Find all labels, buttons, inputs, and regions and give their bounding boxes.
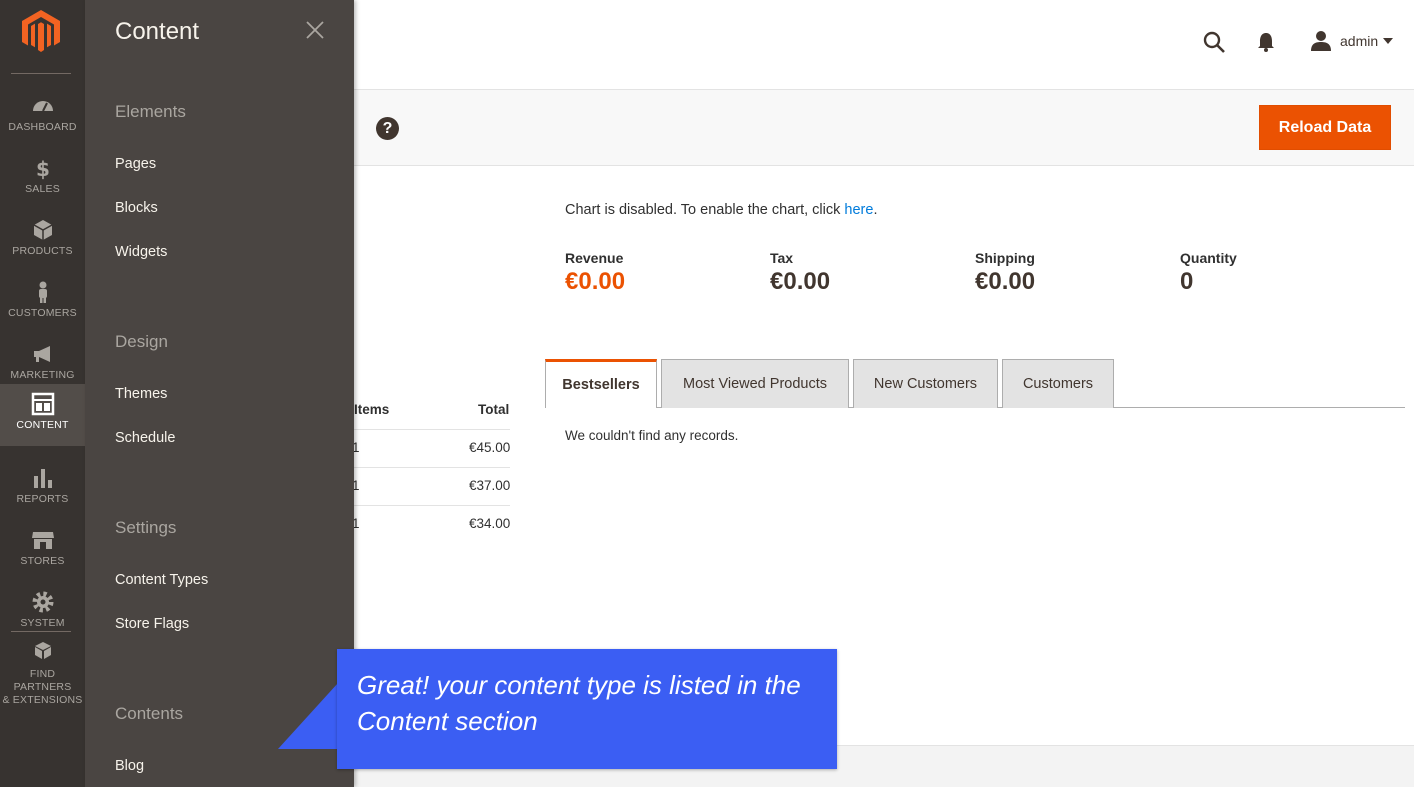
search-icon[interactable]	[1202, 30, 1226, 54]
stat-label: Shipping	[975, 250, 1035, 266]
nav-label: REPORTS	[16, 493, 69, 505]
nav-label: & EXTENSIONS	[2, 694, 83, 706]
menu-link-blog[interactable]: Blog	[115, 758, 144, 774]
menu-link-widgets[interactable]: Widgets	[115, 244, 167, 260]
nav-divider	[11, 73, 71, 74]
tab-customers[interactable]: Customers	[1002, 359, 1114, 408]
svg-text:$: $	[35, 157, 49, 180]
tab-most-viewed-products[interactable]: Most Viewed Products	[661, 359, 849, 408]
table-cell-total: €37.00	[469, 478, 511, 493]
megaphone-icon	[33, 346, 50, 362]
bar-chart-icon	[33, 469, 52, 488]
column-header-total[interactable]: Total	[478, 402, 509, 417]
content-submenu-panel: Content Elements Pages Blocks Widgets De…	[85, 0, 354, 787]
boxes-icon	[34, 642, 51, 659]
close-icon[interactable]	[305, 20, 325, 40]
stat-value: 0	[1180, 268, 1194, 295]
menu-link-themes[interactable]: Themes	[115, 386, 167, 402]
nav-label: DASHBOARD	[8, 121, 77, 133]
stat-value: €0.00	[770, 268, 831, 295]
nav-divider	[11, 631, 71, 632]
layout-icon	[31, 392, 54, 416]
reload-data-button[interactable]: Reload Data	[1259, 105, 1391, 150]
stat-shipping: Shipping €0.00	[975, 250, 1035, 296]
stat-label: Tax	[770, 250, 794, 266]
nav-item-dashboard[interactable]: DASHBOARD	[0, 86, 85, 148]
panel-title: Content	[115, 18, 200, 45]
menu-link-store-flags[interactable]: Store Flags	[115, 616, 189, 632]
callout-text: Great! your content type is listed in th…	[357, 670, 801, 736]
user-icon[interactable]	[1309, 29, 1333, 53]
table-cell-total: €45.00	[469, 440, 511, 455]
nav-item-stores[interactable]: STORES	[0, 520, 85, 582]
stat-tax: Tax €0.00	[770, 250, 830, 296]
section-title-design: Design	[115, 332, 168, 351]
cube-icon	[33, 220, 52, 240]
admin-menu: DASHBOARD $ SALES PRODUCTS CUSTOMERS MAR…	[0, 0, 85, 787]
nav-label: CONTENT	[16, 419, 69, 431]
nav-label: SALES	[25, 183, 60, 195]
nav-item-customers[interactable]: CUSTOMERS	[0, 272, 85, 334]
stat-quantity: Quantity 0	[1180, 250, 1237, 296]
stat-revenue: Revenue €0.00	[565, 250, 625, 296]
table-row-divider	[354, 505, 510, 506]
nav-item-find-partners[interactable]: FIND PARTNERS & EXTENSIONS	[0, 637, 85, 706]
nav-label: FIND PARTNERS	[13, 668, 72, 693]
enable-chart-link[interactable]: here	[844, 202, 873, 218]
storefront-icon	[31, 532, 54, 549]
nav-item-products[interactable]: PRODUCTS	[0, 210, 85, 272]
nav-item-sales[interactable]: $ SALES	[0, 148, 85, 210]
callout-pointer	[278, 683, 338, 749]
nav-item-system[interactable]: SYSTEM	[0, 582, 85, 644]
table-row-divider	[354, 429, 510, 430]
chart-message-text: Chart is disabled. To enable the chart, …	[565, 202, 845, 218]
menu-link-content-types[interactable]: Content Types	[115, 572, 208, 588]
tab-new-customers[interactable]: New Customers	[853, 359, 998, 408]
nav-label: PRODUCTS	[12, 245, 73, 257]
dollar-icon: $	[35, 157, 49, 180]
chart-disabled-message: Chart is disabled. To enable the chart, …	[565, 202, 877, 218]
nav-label: SYSTEM	[20, 617, 65, 629]
stat-label: Quantity	[1180, 250, 1237, 266]
menu-link-schedule[interactable]: Schedule	[115, 430, 175, 446]
page-actions-bar	[354, 89, 1414, 166]
table-row-divider	[354, 467, 510, 468]
section-title-settings: Settings	[115, 518, 177, 537]
chart-message-period: .	[873, 202, 878, 218]
gear-icon	[32, 591, 53, 613]
menu-link-blocks[interactable]: Blocks	[115, 200, 158, 216]
nav-label: CUSTOMERS	[8, 307, 77, 319]
stat-label: Revenue	[565, 250, 624, 266]
dashboard-icon	[32, 101, 53, 112]
magento-logo[interactable]	[22, 10, 60, 52]
tab-bestsellers[interactable]: Bestsellers	[545, 359, 657, 408]
section-title-elements: Elements	[115, 102, 186, 121]
help-icon[interactable]: ?	[376, 117, 399, 140]
nav-item-content[interactable]: CONTENT	[0, 384, 85, 446]
menu-link-pages[interactable]: Pages	[115, 156, 156, 172]
stat-value: €0.00	[975, 268, 1036, 295]
bell-icon[interactable]	[1256, 31, 1276, 53]
stat-value: €0.00	[565, 268, 626, 295]
no-records-message: We couldn't find any records.	[565, 428, 739, 443]
admin-user-name[interactable]: admin	[1340, 33, 1378, 49]
table-cell-total: €34.00	[469, 516, 511, 531]
nav-item-reports[interactable]: REPORTS	[0, 458, 85, 520]
nav-label: STORES	[20, 555, 65, 567]
caret-down-icon[interactable]	[1383, 38, 1393, 44]
nav-label: MARKETING	[10, 369, 75, 381]
person-icon	[38, 281, 47, 303]
column-header-items[interactable]: Items	[354, 402, 389, 417]
section-title-contents: Contents	[115, 704, 184, 723]
